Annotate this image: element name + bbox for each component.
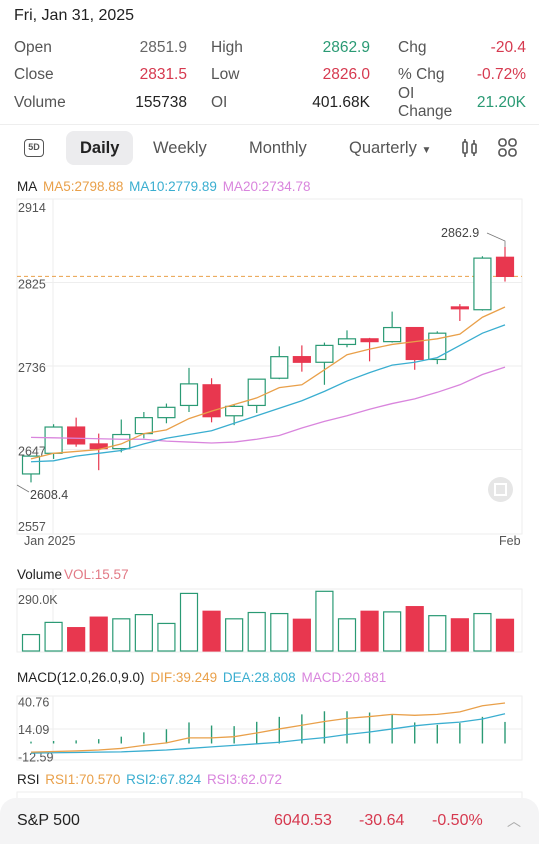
macd-y-tick: 40.76: [18, 695, 49, 709]
candle-body: [270, 356, 289, 379]
index-pct-change: -0.50%: [432, 812, 483, 829]
y-tick-label: 2557: [18, 520, 46, 534]
candle-body: [202, 384, 221, 418]
chevron-up-icon[interactable]: ︿: [507, 811, 521, 831]
low-marker-line: [16, 484, 30, 493]
high-price-label: 2862.9: [441, 226, 479, 240]
dif-line: [30, 702, 506, 753]
index-name: S&P 500: [17, 812, 80, 829]
low-price-label: 2608.4: [30, 488, 68, 502]
volume-bar: [157, 622, 176, 652]
candle-body: [157, 406, 176, 419]
volume-bar: [134, 614, 153, 652]
candle-body: [225, 405, 244, 417]
volume-bar: [315, 590, 334, 652]
candle-body: [247, 378, 266, 407]
candle-body: [292, 356, 311, 363]
volume-bar: [337, 618, 357, 652]
volume-bar: [428, 615, 447, 652]
candle-body: [337, 338, 357, 346]
candle-body: [315, 344, 334, 363]
y-tick-label: 2825: [18, 278, 46, 292]
expand-icon: [494, 483, 507, 496]
index-price: 6040.53: [274, 812, 332, 829]
high-marker-line: [486, 232, 506, 247]
ma5-line: [30, 306, 506, 460]
candle-body: [179, 383, 199, 407]
candle-body: [67, 426, 86, 445]
x-tick-label: Feb: [499, 534, 521, 548]
volume-bar: [473, 612, 492, 652]
macd-y-tick: 14.09: [18, 723, 49, 737]
candle-body: [495, 256, 515, 278]
volume-bar: [225, 618, 244, 652]
candle-body: [360, 338, 379, 343]
volume-bar: [405, 606, 424, 652]
volume-bar: [179, 592, 199, 652]
y-tick-label: 2736: [18, 361, 46, 375]
volume-bar: [450, 618, 469, 652]
index-change: -30.64: [359, 812, 405, 829]
index-ticker-bar[interactable]: S&P 500 6040.53 -30.64 -0.50% ︿: [0, 798, 539, 844]
volume-y-tick: 290.0K: [18, 593, 58, 607]
volume-bar: [270, 612, 289, 652]
fullscreen-button[interactable]: [488, 477, 513, 502]
x-tick-label: Jan 2025: [24, 534, 75, 548]
y-tick-label: 2914: [18, 201, 46, 215]
ma20-line: [30, 366, 506, 444]
volume-bar: [383, 611, 402, 652]
volume-bar: [247, 611, 266, 652]
volume-bar: [495, 618, 515, 652]
dea-line: [30, 713, 506, 754]
volume-bar: [21, 633, 41, 652]
candle-body: [450, 306, 469, 310]
volume-bar: [112, 618, 131, 652]
volume-bar: [44, 621, 63, 652]
charts-canvas[interactable]: 29142825273626472557Jan 2025 Feb2862.9260…: [0, 0, 539, 800]
volume-bar: [360, 610, 379, 652]
volume-bar: [292, 618, 311, 652]
candle-body: [405, 326, 424, 361]
volume-bar: [67, 627, 86, 652]
volume-bar: [89, 616, 108, 652]
volume-bar: [202, 610, 221, 652]
candle-body: [383, 326, 402, 343]
candle-body: [473, 257, 492, 311]
candle-body: [44, 426, 63, 454]
candle-body: [134, 417, 153, 435]
